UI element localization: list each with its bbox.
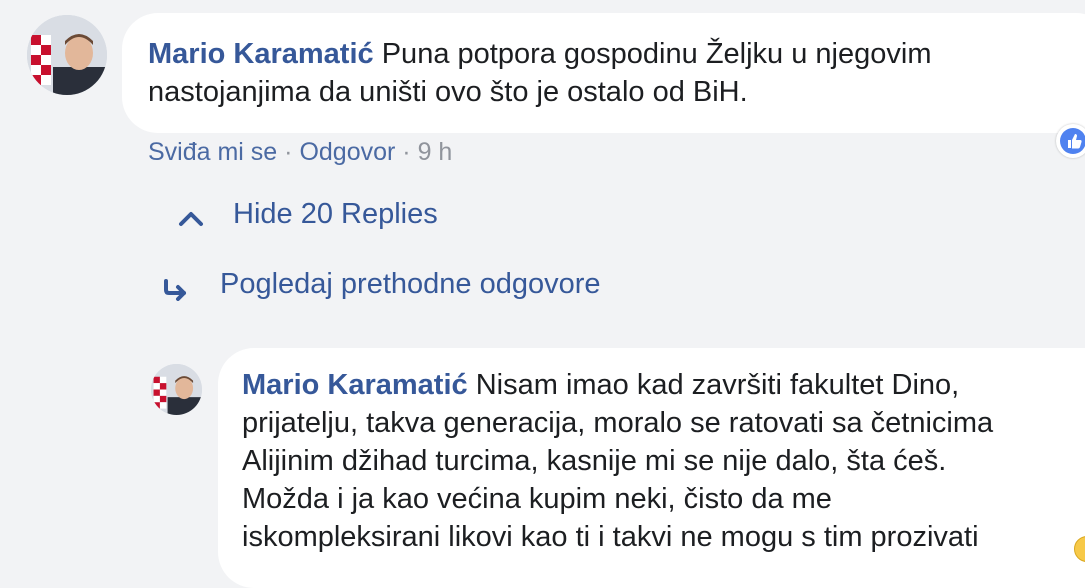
reply-text-line5: iskompleksirani likovi kao ti i takvi ne… [242, 521, 979, 553]
like-reaction-icon [1060, 128, 1085, 154]
hide-replies-button[interactable]: Hide 20 Replies [178, 198, 438, 231]
like-link[interactable]: Sviđa mi se [148, 138, 277, 166]
comment-text-line1: Puna potpora gospodinu Željku u njegovim [381, 38, 932, 70]
reply-text-line3: Alijinim džihad turcima, kasnije mi se n… [242, 445, 947, 477]
reply-text-line4: Možda i ja kao većina kupim neki, čisto … [242, 483, 832, 515]
reply-text-line2: prijatelju, takva generacija, moralo se … [242, 407, 994, 439]
view-previous-replies-button[interactable]: Pogledaj prethodne odgovore [162, 268, 601, 301]
reply-avatar[interactable] [151, 364, 202, 415]
reply-link[interactable]: Odgovor [299, 138, 395, 166]
comment-timestamp[interactable]: 9 h [418, 138, 453, 166]
like-reaction-badge[interactable] [1056, 124, 1085, 158]
comment-bubble: Mario Karamatić Puna potpora gospodinu Ž… [122, 13, 1085, 133]
hide-replies-label: Hide 20 Replies [233, 198, 438, 230]
comment-author-name[interactable]: Mario Karamatić [148, 38, 374, 70]
reply-arrow-icon [162, 276, 190, 309]
chevron-up-icon [178, 204, 204, 237]
reply-text-line1: Nisam imao kad završiti fakultet Dino, [475, 369, 960, 401]
comment-actions: Sviđa mi se · Odgovor · 9 h [148, 138, 452, 167]
action-separator: · [402, 138, 411, 166]
comment-body: Mario Karamatić Puna potpora gospodinu Ž… [148, 35, 1085, 111]
reply-author-name[interactable]: Mario Karamatić [242, 369, 468, 401]
reply-body: Mario Karamatić Nisam imao kad završiti … [242, 366, 1085, 556]
view-previous-replies-label: Pogledaj prethodne odgovore [220, 268, 601, 300]
commenter-avatar[interactable] [27, 15, 107, 95]
reply-bubble: Mario Karamatić Nisam imao kad završiti … [218, 348, 1085, 588]
action-separator: · [284, 138, 293, 166]
comment-text-line2: nastojanjima da uništi ovo što je ostalo… [148, 76, 748, 108]
